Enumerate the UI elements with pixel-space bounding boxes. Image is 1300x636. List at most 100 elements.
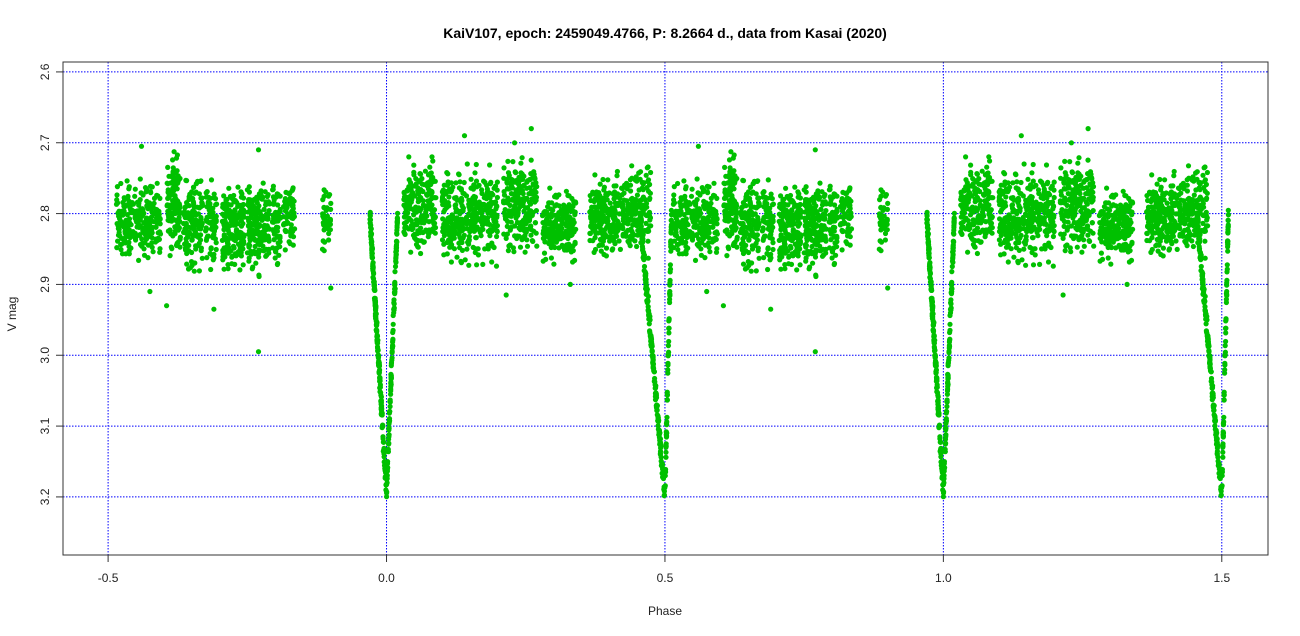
data-point xyxy=(623,233,629,239)
data-point xyxy=(629,163,635,169)
data-point xyxy=(1081,243,1087,249)
data-point xyxy=(676,251,683,257)
data-point xyxy=(542,225,548,231)
data-point xyxy=(1127,219,1133,226)
data-point xyxy=(260,195,266,201)
data-point xyxy=(675,235,682,241)
data-point xyxy=(466,262,472,268)
data-point xyxy=(630,230,636,237)
data-point xyxy=(1084,223,1091,229)
data-point xyxy=(822,215,828,222)
data-point xyxy=(965,249,971,255)
data-point xyxy=(1021,246,1027,252)
data-point xyxy=(177,234,183,240)
data-point xyxy=(114,184,120,190)
data-point xyxy=(605,177,611,183)
data-point xyxy=(291,214,297,220)
data-point xyxy=(756,255,762,261)
data-point xyxy=(517,227,524,233)
data-point xyxy=(229,253,235,259)
data-point xyxy=(1166,247,1172,253)
data-point xyxy=(613,183,619,189)
data-point xyxy=(266,208,272,214)
data-point xyxy=(809,237,815,243)
data-point xyxy=(532,176,538,182)
data-point xyxy=(1090,184,1097,190)
data-point xyxy=(468,176,474,182)
data-point xyxy=(511,249,517,255)
data-point xyxy=(1129,239,1135,245)
data-point xyxy=(745,249,752,256)
data-point xyxy=(809,249,816,255)
data-point xyxy=(722,217,728,223)
data-point xyxy=(1050,263,1056,269)
data-point xyxy=(1050,233,1056,240)
data-point xyxy=(713,249,720,255)
data-point xyxy=(473,178,480,184)
data-point xyxy=(479,187,485,193)
data-point xyxy=(406,202,413,208)
data-point xyxy=(533,208,540,214)
data-point xyxy=(778,223,784,229)
data-point xyxy=(1152,230,1158,236)
data-point xyxy=(1149,172,1155,178)
data-point xyxy=(611,223,618,229)
data-point xyxy=(328,206,334,212)
data-point xyxy=(588,213,594,219)
data-point xyxy=(1197,194,1203,200)
data-point xyxy=(592,235,598,241)
data-point xyxy=(712,230,718,236)
data-point xyxy=(808,217,815,223)
data-point xyxy=(638,205,644,211)
data-point xyxy=(813,203,819,209)
data-point xyxy=(155,208,161,214)
light-curve-chart: KaiV107, epoch: 2459049.4766, P: 8.2664 … xyxy=(5,25,1269,618)
data-point xyxy=(631,217,638,223)
data-point xyxy=(322,222,328,228)
data-point xyxy=(533,230,539,236)
data-point xyxy=(540,220,547,226)
data-point xyxy=(480,261,486,267)
data-point xyxy=(1029,170,1035,176)
data-point xyxy=(609,247,615,253)
data-point xyxy=(973,205,979,211)
data-point xyxy=(413,217,420,223)
data-point xyxy=(203,237,209,243)
data-point xyxy=(504,199,510,205)
data-point xyxy=(783,185,789,191)
data-point xyxy=(213,213,219,219)
data-point xyxy=(1181,219,1188,225)
data-point xyxy=(591,249,597,255)
data-point xyxy=(489,259,495,265)
data-point xyxy=(976,176,982,182)
data-point xyxy=(465,239,471,245)
data-point xyxy=(675,208,681,214)
data-point xyxy=(645,238,651,244)
data-point xyxy=(755,245,761,251)
data-point xyxy=(797,262,803,268)
data-point xyxy=(150,204,156,210)
data-point xyxy=(134,219,140,225)
data-point xyxy=(600,213,606,219)
data-point xyxy=(1146,189,1153,195)
data-point xyxy=(972,238,978,244)
data-point xyxy=(603,245,610,251)
data-point xyxy=(453,196,459,202)
data-point xyxy=(698,252,705,258)
data-point xyxy=(251,207,257,213)
data-point xyxy=(184,200,190,206)
data-point xyxy=(183,227,189,233)
data-point xyxy=(524,237,530,243)
data-point xyxy=(470,216,476,222)
data-point xyxy=(431,213,437,219)
data-point xyxy=(473,161,479,168)
data-point xyxy=(139,236,145,242)
data-point xyxy=(246,228,252,234)
data-point xyxy=(749,246,756,252)
data-point xyxy=(601,200,607,206)
data-point xyxy=(1075,185,1081,191)
data-point xyxy=(1030,205,1036,211)
data-point xyxy=(977,202,984,209)
data-point xyxy=(1123,202,1129,208)
data-point xyxy=(165,187,171,193)
